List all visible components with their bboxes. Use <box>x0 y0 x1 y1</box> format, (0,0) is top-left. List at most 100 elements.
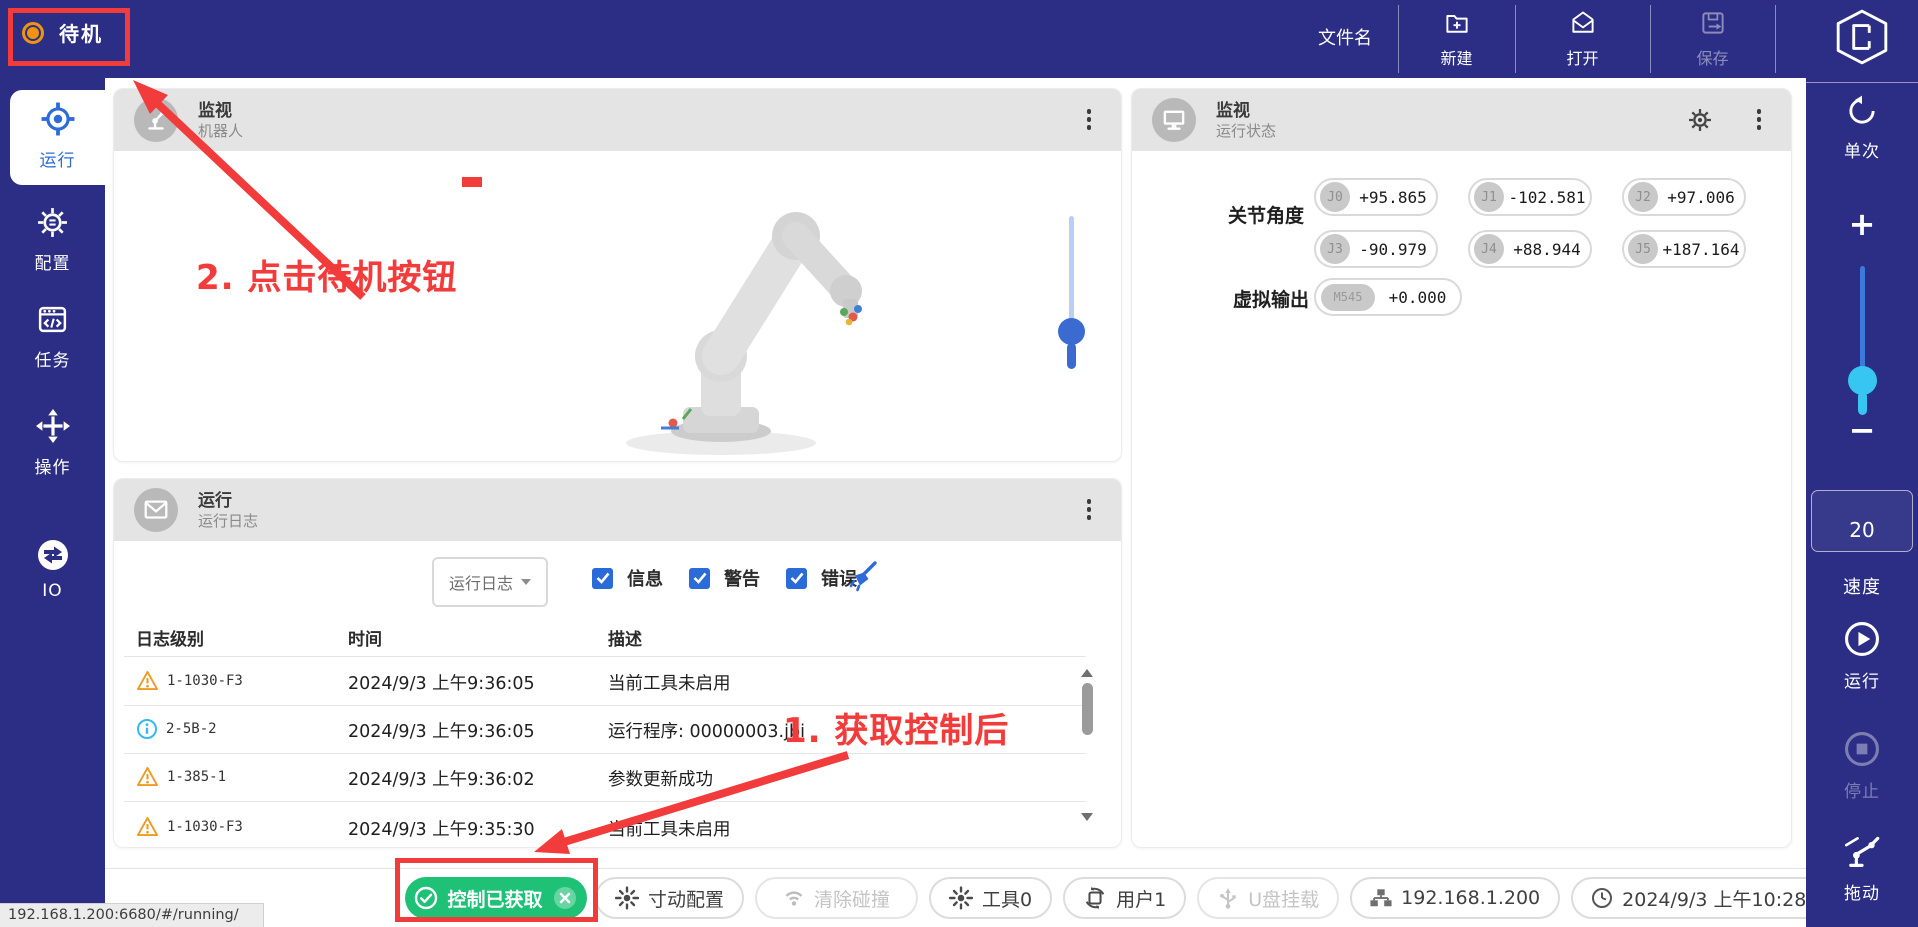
warning-icon <box>136 670 159 691</box>
log-time: 2024/9/3 上午9:36:05 <box>348 670 535 695</box>
pill-label: 2024/9/3 上午10:28:25 <box>1622 885 1837 912</box>
sidebar-item-label: 操作 <box>0 453 105 478</box>
log-row: 1-1030-F3 2024/9/3 上午9:35:30 当前工具未启用 <box>114 803 1086 848</box>
open-file-button[interactable]: 打开 <box>1515 0 1650 78</box>
status-card-header: 监视 运行状态 <box>1132 89 1791 151</box>
kebab-menu-icon[interactable] <box>1753 105 1766 134</box>
checkbox-info[interactable] <box>592 568 613 589</box>
usb-mount-button[interactable]: U盘挂载 <box>1197 877 1339 919</box>
log-filter-dropdown[interactable]: 运行日志 <box>432 557 548 607</box>
new-file-button[interactable]: 新建 <box>1398 0 1515 78</box>
card-title: 监视 <box>198 100 243 122</box>
standby-button[interactable]: 待机 <box>22 18 103 47</box>
stop-button[interactable]: 停止 <box>1806 730 1918 802</box>
drag-mode-button[interactable]: 拖动 <box>1806 836 1918 904</box>
drag-robot-icon <box>1844 836 1880 870</box>
joint-pill: J5+187.164 <box>1622 230 1746 268</box>
warning-icon <box>136 816 159 837</box>
user-frame-button[interactable]: 用户1 <box>1063 877 1186 919</box>
jog-icon <box>615 886 639 910</box>
joint-value: +187.164 <box>1658 240 1744 259</box>
view-zoom-slider-track[interactable] <box>1069 216 1074 331</box>
joint-name: J5 <box>1628 234 1658 264</box>
clear-collision-button[interactable]: 清除碰撞 <box>755 877 918 919</box>
usb-icon <box>1217 887 1239 909</box>
gear-icon[interactable] <box>1687 107 1713 137</box>
pill-label: 192.168.1.200 <box>1401 887 1540 909</box>
new-file-label: 新建 <box>1440 45 1472 69</box>
log-level-code: 1-1030-F3 <box>167 673 243 689</box>
save-icon <box>1699 9 1727 41</box>
view-zoom-slider-handle[interactable] <box>1058 318 1085 345</box>
top-bar: 待机 文件名 新建 打开 保存 <box>0 0 1918 78</box>
move-arrows-icon <box>36 428 70 447</box>
gear-icon <box>36 224 69 243</box>
speed-value-box[interactable]: 20 <box>1811 490 1913 552</box>
sidebar-item-run[interactable]: 运行 <box>10 90 105 185</box>
run-log-card: 运行 运行日志 运行日志 信息 警告 错误 日志级别 时间 描述 <box>113 478 1122 848</box>
ip-address-pill: 192.168.1.200 <box>1350 877 1560 919</box>
target-icon <box>41 121 75 140</box>
open-file-icon <box>1569 9 1597 41</box>
single-cycle-button[interactable]: 单次 <box>1806 94 1918 162</box>
joint-value: +95.865 <box>1350 188 1436 207</box>
sidebar-item-operate[interactable]: 操作 <box>0 409 105 478</box>
kebab-menu-icon[interactable] <box>1083 495 1096 524</box>
pill-label: 工具0 <box>982 885 1032 912</box>
pill-label: 清除碰撞 <box>814 885 890 912</box>
checkbox-error[interactable] <box>786 568 807 589</box>
sidebar-item-task[interactable]: 任务 <box>0 303 105 371</box>
log-time: 2024/9/3 上午9:35:30 <box>348 816 535 841</box>
checkbox-label: 信息 <box>627 565 663 591</box>
save-button[interactable]: 保存 <box>1650 0 1775 78</box>
joint-name: J1 <box>1474 182 1504 212</box>
checkbox-label: 警告 <box>724 565 760 591</box>
log-desc: 运行程序: 00000003.jbi <box>608 718 805 743</box>
joint-pill: J1-102.581 <box>1468 178 1592 216</box>
log-time: 2024/9/3 上午9:36:02 <box>348 766 535 791</box>
joint-pill: J0+95.865 <box>1314 178 1438 216</box>
control-acquired-label: 控制已获取 <box>447 885 542 912</box>
release-control-icon[interactable] <box>552 885 578 911</box>
card-subtitle: 机器人 <box>198 122 243 141</box>
log-filter-checkboxes: 信息 警告 错误 <box>592 565 869 591</box>
clear-log-broom-icon[interactable] <box>847 559 881 597</box>
kebab-menu-icon[interactable] <box>1083 105 1096 134</box>
column-header-desc: 描述 <box>608 625 642 650</box>
virtual-output-value: +0.000 <box>1375 288 1460 307</box>
speed-plus-button[interactable]: + <box>1806 210 1918 238</box>
robot-3d-view[interactable] <box>561 151 901 461</box>
sidebar-item-config[interactable]: 配置 <box>0 206 105 274</box>
virtual-output-name: M545 <box>1321 284 1375 311</box>
scroll-up-icon[interactable] <box>1081 669 1093 677</box>
check-circle-icon <box>414 886 438 910</box>
standby-status-icon <box>22 22 44 44</box>
tool-button[interactable]: 工具0 <box>929 877 1052 919</box>
stop-label: 停止 <box>1806 777 1918 802</box>
robot-card-header: 监视 机器人 <box>114 89 1121 151</box>
sidebar-item-label: 任务 <box>0 346 105 371</box>
log-row: 1-1030-F3 2024/9/3 上午9:36:05 当前工具未启用 <box>114 657 1086 705</box>
scrollbar-thumb[interactable] <box>1082 683 1093 735</box>
log-row: 1-385-1 2024/9/3 上午9:36:02 参数更新成功 <box>114 753 1086 801</box>
speed-minus-button[interactable]: − <box>1806 416 1918 444</box>
log-scrollbar <box>1080 669 1094 821</box>
log-desc: 当前工具未启用 <box>608 816 731 841</box>
log-level-code: 2-5B-2 <box>166 721 217 737</box>
new-file-icon <box>1443 9 1471 41</box>
right-sidebar: 单次 + − 20 速度 运行 停止 拖动 <box>1806 0 1918 927</box>
joint-value: +88.944 <box>1504 240 1590 259</box>
control-acquired-button[interactable]: 控制已获取 <box>405 877 587 919</box>
table-divider <box>124 801 1086 802</box>
left-sidebar: 运行 配置 任务 操作 IO <box>0 78 105 927</box>
stop-circle-icon <box>1843 730 1881 768</box>
joint-value: -102.581 <box>1504 188 1590 207</box>
checkbox-warning[interactable] <box>689 568 710 589</box>
run-button[interactable]: 运行 <box>1806 620 1918 692</box>
single-cycle-label: 单次 <box>1806 137 1918 162</box>
speed-slider-handle[interactable] <box>1848 366 1877 395</box>
jog-config-button[interactable]: 寸动配置 <box>595 877 744 919</box>
collision-signal-icon <box>783 888 805 908</box>
scroll-down-icon[interactable] <box>1081 813 1093 821</box>
sidebar-item-io[interactable]: IO <box>0 539 105 601</box>
